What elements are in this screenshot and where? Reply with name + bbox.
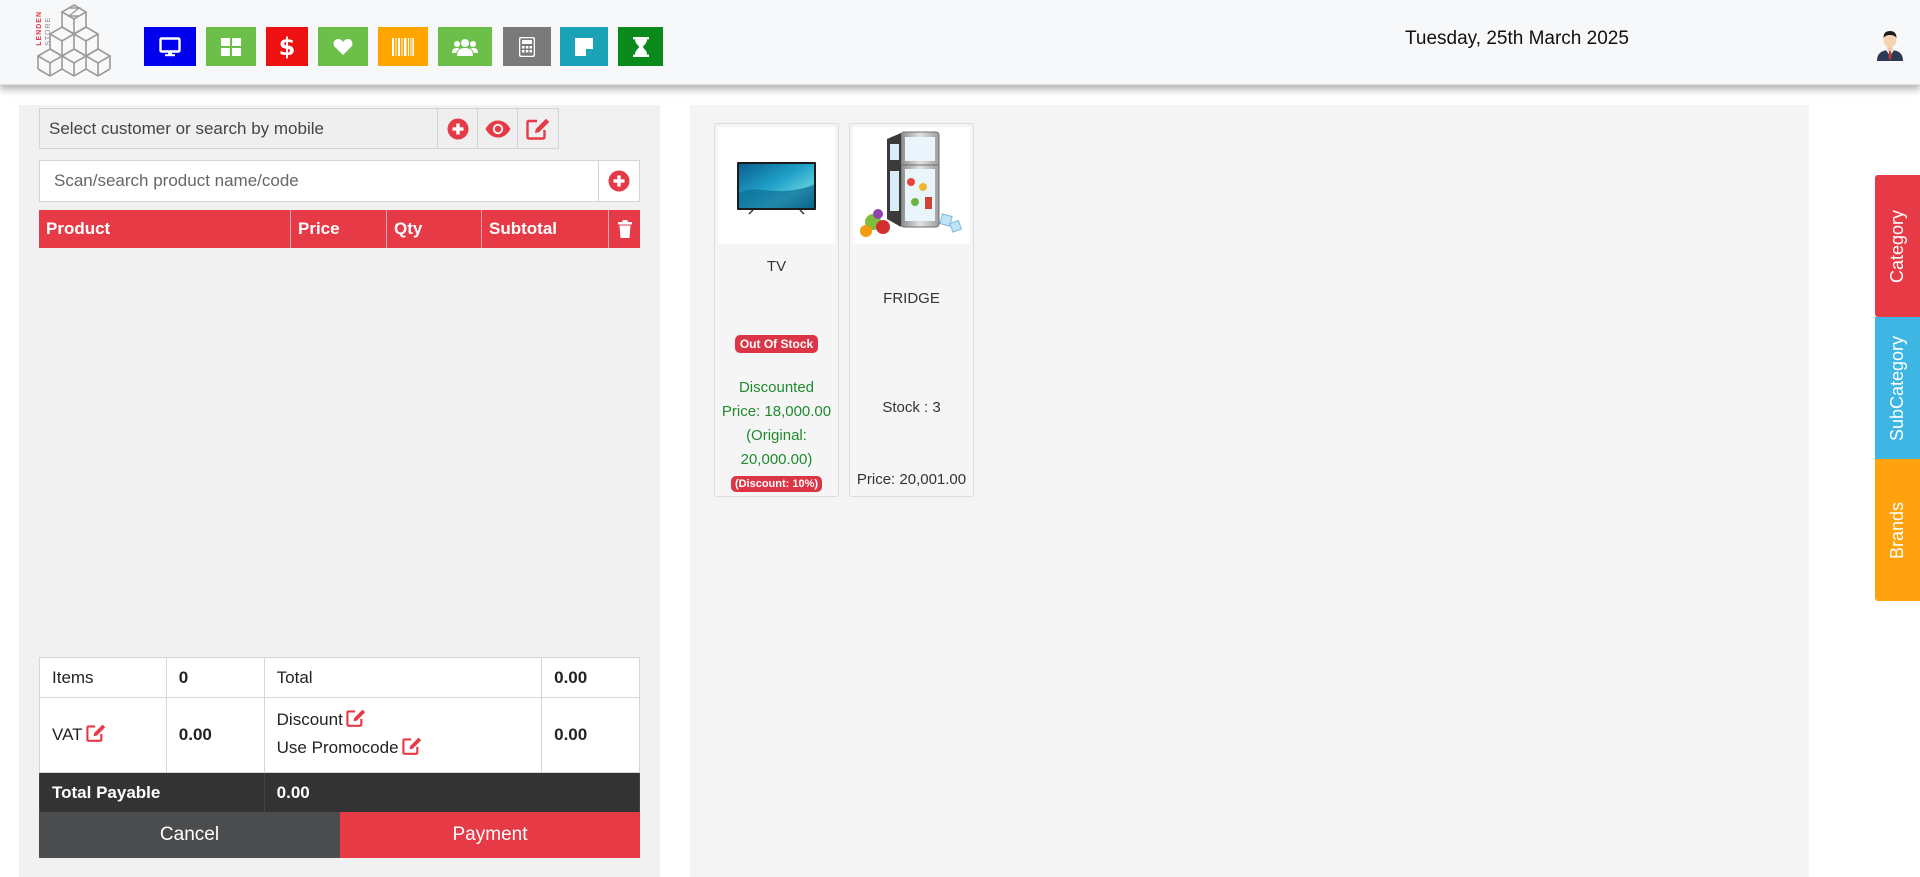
items-label: Items	[39, 657, 167, 698]
monitor-icon	[159, 36, 181, 56]
users-icon	[452, 38, 478, 56]
edit-icon	[526, 118, 550, 140]
total-payable-label: Total Payable	[39, 772, 265, 814]
barcode-icon	[392, 37, 414, 56]
subcategory-tab[interactable]: SubCategory	[1875, 317, 1920, 459]
dashboard-button[interactable]	[206, 27, 256, 66]
cancel-button[interactable]: Cancel	[39, 812, 340, 858]
product-search-input[interactable]	[40, 161, 599, 201]
customers-button[interactable]	[438, 27, 492, 66]
tv-image	[718, 127, 835, 244]
category-tab-label: Category	[1887, 209, 1908, 283]
clear-cart-button[interactable]	[609, 210, 640, 248]
items-count: 0	[165, 657, 265, 698]
category-tab[interactable]: Category	[1875, 175, 1920, 317]
edit-vat-button[interactable]	[85, 724, 106, 747]
column-price: Price	[291, 210, 387, 248]
discount-line-1: Discounted	[738, 379, 815, 396]
total-payable-value: 0.00	[263, 772, 641, 814]
fridge-image	[853, 127, 970, 244]
out-of-stock-badge: Out Of Stock	[734, 335, 819, 353]
current-date: Tuesday, 25th March 2025	[1405, 28, 1629, 49]
discount-value: 0.00	[541, 697, 640, 773]
pos-screen-button[interactable]	[144, 27, 196, 66]
edit-icon	[346, 709, 365, 727]
promocode-label: Use Promocode	[276, 738, 399, 757]
total-value: 0.00	[541, 657, 640, 698]
total-label: Total	[263, 657, 543, 698]
plus-circle-icon	[608, 170, 630, 192]
grid-icon	[221, 37, 241, 56]
payment-button[interactable]: Payment	[340, 812, 640, 858]
notes-button[interactable]	[560, 27, 608, 66]
top-bar: LENDEN STORE $ Tuesday, 25th March 2025	[0, 0, 1920, 85]
discount-line-4: 20,000.00)	[740, 451, 813, 468]
cart-actions: Cancel Payment	[39, 812, 640, 858]
heart-icon	[333, 38, 353, 55]
view-customer-button[interactable]	[478, 109, 518, 148]
edit-customer-button[interactable]	[518, 109, 558, 148]
vat-value: 0.00	[165, 697, 265, 773]
customer-select[interactable]: Select customer or search by mobile	[40, 109, 438, 148]
discount-line-3: (Original:	[746, 427, 807, 444]
add-product-button[interactable]	[599, 161, 639, 201]
logo-sub: STORE	[45, 16, 52, 46]
brands-tab[interactable]: Brands	[1875, 459, 1920, 601]
trash-icon	[617, 220, 632, 238]
calculator-icon	[519, 36, 535, 57]
cart-table-header: Product Price Qty Subtotal	[39, 210, 640, 248]
discounted-price: Discounted Price: 18,000.00 (Original: 2…	[715, 376, 838, 472]
user-avatar-icon[interactable]	[1874, 29, 1906, 61]
sticky-note-icon	[575, 37, 593, 56]
cart-panel: Select customer or search by mobile Scan…	[19, 105, 660, 877]
product-name: FRIDGE	[883, 290, 940, 307]
barcode-button[interactable]	[378, 27, 428, 66]
product-stock: Stock : 3	[882, 399, 941, 416]
add-customer-button[interactable]	[438, 109, 478, 148]
product-card-fridge[interactable]: FRIDGE Stock : 3 Price: 20,001.00	[849, 123, 974, 497]
plus-circle-icon	[447, 118, 468, 139]
product-card-tv[interactable]: TV Out Of Stock Discounted Price: 18,000…	[714, 123, 839, 497]
sales-button[interactable]: $	[266, 27, 308, 66]
hold-button[interactable]	[618, 27, 663, 66]
edit-icon	[401, 737, 421, 755]
calculator-button[interactable]	[503, 27, 551, 66]
edit-discount-button[interactable]	[346, 709, 366, 735]
store-logo[interactable]: LENDEN STORE	[34, 3, 116, 79]
totals-table: Items 0 Total 0.00 VAT 0.00 Discount Use…	[39, 657, 641, 814]
product-price: Price: 20,001.00	[856, 471, 967, 488]
logo-text: LENDEN STORE	[35, 11, 53, 46]
column-qty: Qty	[387, 210, 482, 248]
discount-badge: (Discount: 10%)	[730, 476, 823, 492]
vat-label: VAT	[52, 724, 83, 744]
product-search-bar	[39, 160, 640, 202]
discount-line-2: Price: 18,000.00	[721, 403, 832, 420]
discount-cell: Discount Use Promocode	[263, 697, 543, 773]
column-subtotal: Subtotal	[482, 210, 609, 248]
eye-icon	[485, 120, 510, 137]
column-product: Product	[39, 210, 291, 248]
product-grid: TV Out Of Stock Discounted Price: 18,000…	[690, 105, 1809, 877]
vat-cell: VAT	[39, 697, 167, 773]
dollar-icon: $	[278, 32, 296, 61]
logo-brand: LENDEN	[36, 11, 43, 46]
favorites-button[interactable]	[318, 27, 368, 66]
customer-selector: Select customer or search by mobile	[39, 108, 559, 149]
brands-tab-label: Brands	[1887, 501, 1908, 559]
edit-icon	[85, 724, 105, 742]
product-name: TV	[766, 258, 787, 275]
hourglass-icon	[632, 36, 649, 57]
subcategory-tab-label: SubCategory	[1887, 335, 1908, 441]
edit-promocode-button[interactable]	[401, 737, 422, 763]
discount-label: Discount	[276, 710, 343, 729]
